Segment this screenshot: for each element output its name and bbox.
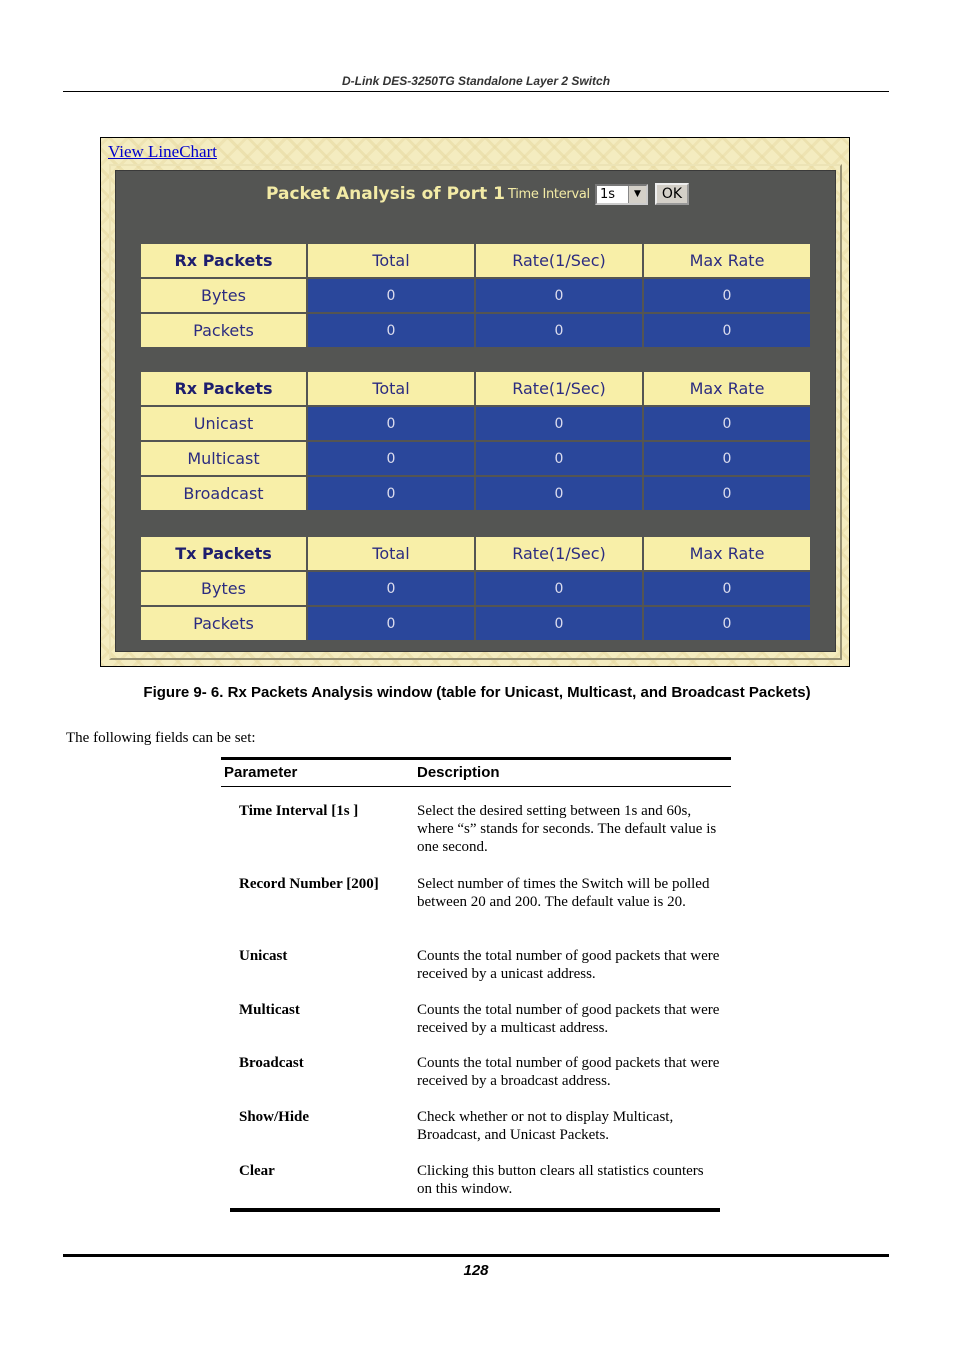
table-row: Packets 0 0 0 xyxy=(141,607,810,640)
table-row: Packets 0 0 0 xyxy=(141,314,810,347)
cell-value: 0 xyxy=(308,572,474,605)
table-header-row: Rx Packets Total Rate(1/Sec) Max Rate xyxy=(141,372,810,405)
time-interval-select[interactable]: 1s ▼ xyxy=(595,184,648,205)
column-header: Rate(1/Sec) xyxy=(476,372,642,405)
column-header: Tx Packets xyxy=(141,537,306,570)
column-header: Max Rate xyxy=(644,244,810,277)
cell-value: 0 xyxy=(476,442,642,475)
column-header: Rate(1/Sec) xyxy=(476,537,642,570)
row-label: Packets xyxy=(141,314,306,347)
parameter-description: Counts the total number of good packets … xyxy=(417,948,720,982)
cell-value: 0 xyxy=(476,607,642,640)
row-label: Packets xyxy=(141,607,306,640)
cell-value: 0 xyxy=(476,477,642,510)
row-label: Bytes xyxy=(141,279,306,312)
packet-analysis-panel: Packet Analysis of Port 1 Time Interval … xyxy=(109,164,842,660)
table-bottom-rule xyxy=(230,1208,720,1212)
param-header: Parameter xyxy=(224,764,298,781)
parameter-description: Clicking this button clears all statisti… xyxy=(417,1163,704,1197)
table-header-row: Rx Packets Total Rate(1/Sec) Max Rate xyxy=(141,244,810,277)
parameter-name: Unicast xyxy=(239,948,288,964)
cell-value: 0 xyxy=(476,407,642,440)
view-linechart-link[interactable]: View LineChart xyxy=(108,142,217,162)
parameter-name: Multicast xyxy=(239,1002,300,1018)
chevron-down-icon[interactable]: ▼ xyxy=(628,186,646,203)
column-header: Rx Packets xyxy=(141,372,306,405)
figure-caption: Figure 9- 6. Rx Packets Analysis window … xyxy=(143,684,811,701)
cell-value: 0 xyxy=(308,314,474,347)
header-divider xyxy=(63,91,889,92)
cell-value: 0 xyxy=(644,279,810,312)
panel-title: Packet Analysis of Port 1 xyxy=(266,184,505,204)
rx-cast-table: Rx Packets Total Rate(1/Sec) Max Rate Unicas… xyxy=(139,370,812,512)
cell-value: 0 xyxy=(644,314,810,347)
page-number: 128 xyxy=(463,1262,489,1279)
time-interval-label: Time Interval xyxy=(508,187,590,202)
cell-value: 0 xyxy=(644,442,810,475)
column-header: Total xyxy=(308,372,474,405)
cell-value: 0 xyxy=(644,607,810,640)
column-header: Total xyxy=(308,244,474,277)
cell-value: 0 xyxy=(644,477,810,510)
column-header: Max Rate xyxy=(644,372,810,405)
parameter-table: Parameter Description xyxy=(221,757,731,787)
parameter-description: Select the desired setting between 1s an… xyxy=(417,803,717,855)
parameter-description: Select number of times the Switch will b… xyxy=(417,876,710,910)
cell-value: 0 xyxy=(308,407,474,440)
column-header: Rx Packets xyxy=(141,244,306,277)
table-row: Bytes 0 0 0 xyxy=(141,572,810,605)
screenshot-figure: View LineChart Packet Analysis of Port 1… xyxy=(100,137,850,667)
footer-divider xyxy=(63,1254,889,1257)
parameter-name: Time Interval [1s ] xyxy=(239,803,359,819)
row-label: Bytes xyxy=(141,572,306,605)
desc-header: Description xyxy=(417,764,500,781)
parameter-description: Check whether or not to display Multicas… xyxy=(417,1109,674,1143)
table-row: Unicast 0 0 0 xyxy=(141,407,810,440)
cell-value: 0 xyxy=(308,477,474,510)
parameter-name: Show/Hide xyxy=(239,1109,310,1125)
row-label: Unicast xyxy=(141,407,306,440)
table-row: Bytes 0 0 0 xyxy=(141,279,810,312)
parameter-name: Record Number [200] xyxy=(239,876,379,892)
table-row: Broadcast 0 0 0 xyxy=(141,477,810,510)
cell-value: 0 xyxy=(308,442,474,475)
cell-value: 0 xyxy=(476,279,642,312)
cell-value: 0 xyxy=(308,279,474,312)
rx-bytes-table: Rx Packets Total Rate(1/Sec) Max Rate Bytes 0… xyxy=(139,242,812,349)
cell-value: 0 xyxy=(476,314,642,347)
parameter-name: Clear xyxy=(239,1163,275,1179)
column-header: Rate(1/Sec) xyxy=(476,244,642,277)
column-header: Max Rate xyxy=(644,537,810,570)
cell-value: 0 xyxy=(476,572,642,605)
parameter-name: Broadcast xyxy=(239,1055,304,1071)
parameter-description: Counts the total number of good packets … xyxy=(417,1055,720,1089)
cell-value: 0 xyxy=(644,407,810,440)
parameter-description: Counts the total number of good packets … xyxy=(417,1002,720,1036)
ok-button[interactable]: OK xyxy=(655,183,689,205)
row-label: Multicast xyxy=(141,442,306,475)
column-header: Total xyxy=(308,537,474,570)
intro-text: The following fields can be set: xyxy=(66,730,256,746)
table-row: Multicast 0 0 0 xyxy=(141,442,810,475)
cell-value: 0 xyxy=(644,572,810,605)
tx-packets-table: Tx Packets Total Rate(1/Sec) Max Rate Bytes 0… xyxy=(139,535,812,642)
table-header-row: Tx Packets Total Rate(1/Sec) Max Rate xyxy=(141,537,810,570)
cell-value: 0 xyxy=(308,607,474,640)
row-label: Broadcast xyxy=(141,477,306,510)
time-interval-value: 1s xyxy=(600,187,616,202)
page-header: D-Link DES-3250TG Standalone Layer 2 Swi… xyxy=(341,74,611,88)
